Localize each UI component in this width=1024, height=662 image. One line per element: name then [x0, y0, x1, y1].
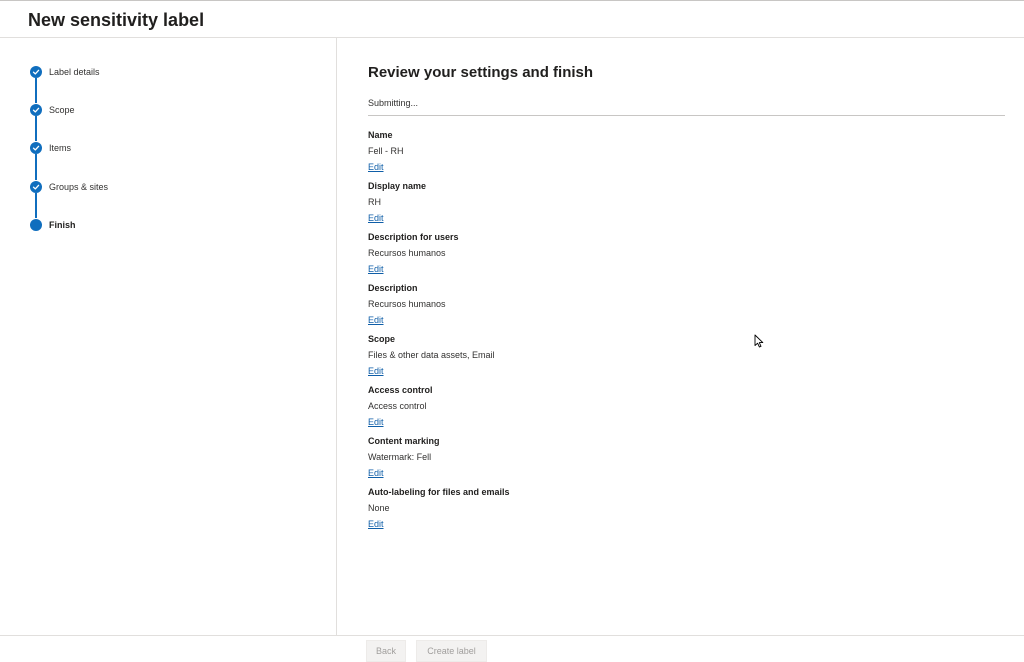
mouse-cursor-icon: [754, 334, 764, 348]
step-label: Groups & sites: [49, 182, 109, 192]
section-title: Display name: [368, 181, 427, 191]
edit-name-link[interactable]: Edit: [368, 161, 384, 173]
section-title: Content marking: [368, 436, 440, 446]
edit-auto-labeling-link[interactable]: Edit: [368, 518, 384, 530]
section-value: Recursos humanos: [368, 248, 446, 258]
step-label: Label details: [49, 67, 100, 77]
edit-scope-link[interactable]: Edit: [368, 365, 384, 377]
step-connector: [35, 154, 37, 180]
step-scope[interactable]: Scope: [30, 102, 75, 118]
review-section-description-for-users: Description for users Recursos humanos E…: [368, 231, 768, 277]
section-value: RH: [368, 197, 381, 207]
review-section-name: Name Fell - RH Edit: [368, 129, 768, 175]
edit-description-link[interactable]: Edit: [368, 314, 384, 326]
step-connector: [35, 78, 37, 103]
edit-content-marking-link[interactable]: Edit: [368, 467, 384, 479]
section-value: Fell - RH: [368, 146, 404, 156]
checkmark-circle-icon: [30, 142, 42, 154]
section-value: Access control: [368, 401, 427, 411]
page-header: New sensitivity label: [0, 1, 1024, 38]
progress-divider: [368, 115, 1005, 116]
review-section-content-marking: Content marking Watermark: Fell Edit: [368, 435, 768, 481]
section-value: Files & other data assets, Email: [368, 350, 495, 360]
review-heading: Review your settings and finish: [368, 64, 594, 81]
section-value: Recursos humanos: [368, 299, 446, 309]
edit-access-control-link[interactable]: Edit: [368, 416, 384, 428]
review-section-scope: Scope Files & other data assets, Email E…: [368, 333, 768, 379]
step-label: Scope: [49, 105, 75, 115]
step-connector: [35, 193, 37, 218]
step-label: Items: [49, 143, 72, 153]
review-pane: Review your settings and finish Submitti…: [338, 38, 1024, 635]
page-title: New sensitivity label: [28, 10, 205, 30]
step-groups-sites[interactable]: Groups & sites: [30, 179, 108, 195]
filled-circle-icon: [30, 219, 42, 231]
section-title: Description: [368, 283, 418, 293]
section-title: Description for users: [368, 232, 459, 242]
review-section-display-name: Display name RH Edit: [368, 180, 768, 226]
review-section-access-control: Access control Access control Edit: [368, 384, 768, 430]
sensitivity-label-wizard: New sensitivity label Label details Scop…: [0, 0, 1024, 662]
section-title: Scope: [368, 334, 396, 344]
checkmark-circle-icon: [30, 181, 42, 193]
step-connector: [35, 116, 37, 141]
step-items[interactable]: Items: [30, 140, 71, 156]
create-label-button[interactable]: Create label: [416, 640, 487, 662]
section-title: Auto-labeling for files and emails: [368, 487, 510, 497]
wizard-steps-panel: Label details Scope Items Groups & sites…: [0, 38, 337, 635]
wizard-footer: Back Create label: [0, 635, 1024, 662]
step-label: Finish: [49, 220, 76, 230]
back-button[interactable]: Back: [366, 640, 406, 662]
checkmark-circle-icon: [30, 104, 42, 116]
section-value: None: [368, 503, 390, 513]
edit-display-name-link[interactable]: Edit: [368, 212, 384, 224]
edit-description-for-users-link[interactable]: Edit: [368, 263, 384, 275]
section-title: Access control: [368, 385, 433, 395]
review-section-auto-labeling: Auto-labeling for files and emails None …: [368, 486, 768, 532]
step-label-details[interactable]: Label details: [30, 64, 100, 80]
section-value: Watermark: Fell: [368, 452, 432, 462]
checkmark-circle-icon: [30, 66, 42, 78]
submitting-status: Submitting...: [368, 98, 419, 108]
review-section-description: Description Recursos humanos Edit: [368, 282, 768, 328]
step-finish[interactable]: Finish: [30, 217, 76, 233]
section-title: Name: [368, 130, 393, 140]
